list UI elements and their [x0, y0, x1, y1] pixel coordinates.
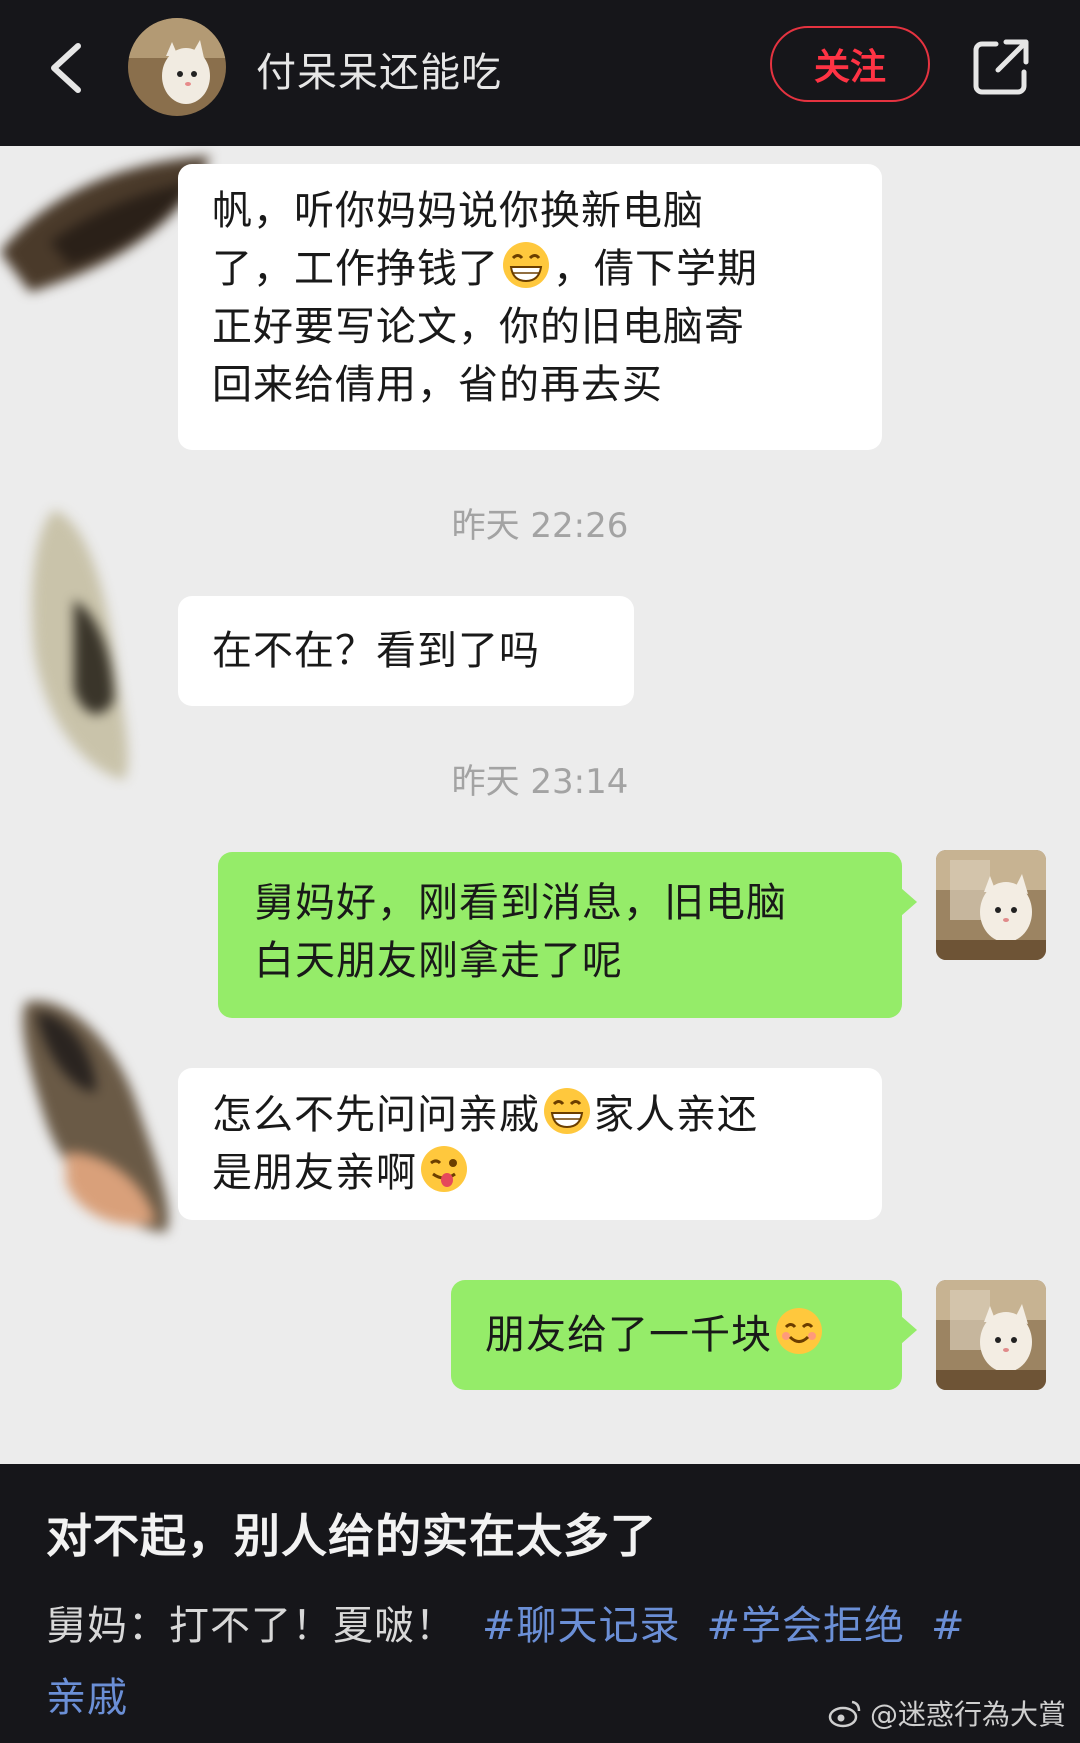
grin-emoji-icon	[503, 242, 549, 288]
follow-button[interactable]: 关注	[770, 26, 930, 102]
message-line: 怎么不先问问亲戚 家人亲还	[212, 1086, 850, 1144]
message-bubble-incoming[interactable]: 怎么不先问问亲戚 家人亲还 是朋友亲啊	[178, 1068, 882, 1220]
hashtag-link[interactable]: #	[931, 1603, 966, 1649]
message-text: 在不在？看到了吗	[212, 628, 540, 674]
message-line: 是朋友亲啊	[212, 1144, 850, 1202]
watermark-text: @迷惑行為大賞	[869, 1698, 1066, 1731]
post-footer: 对不起，别人给的实在太多了 舅妈：打不了！夏啵！ #聊天记录 #学会拒绝 # 亲戚 @迷…	[0, 1464, 1080, 1743]
message-line: 白天朋友刚拿走了呢	[254, 938, 623, 984]
timestamp: 昨天 23:14	[451, 762, 629, 802]
message-line: 朋友给了一千块	[485, 1306, 872, 1364]
chat-area[interactable]: 帆，听你妈妈说你换新电脑 了，工作挣钱了 ，倩下学期 正好要写论文，你的旧电脑寄 …	[0, 146, 1080, 1464]
watermark: @迷惑行為大賞	[828, 1693, 1066, 1733]
share-icon[interactable]	[970, 36, 1032, 98]
my-avatar[interactable]	[936, 1280, 1046, 1390]
sender-avatar-blurred	[31, 510, 129, 780]
back-icon[interactable]	[38, 38, 98, 98]
message-line: 帆，听你妈妈说你换新电脑	[212, 188, 704, 234]
message-bubble-incoming[interactable]: 帆，听你妈妈说你换新电脑 了，工作挣钱了 ，倩下学期 正好要写论文，你的旧电脑寄 …	[178, 164, 882, 450]
wink-tongue-emoji-icon	[421, 1146, 467, 1192]
hashtag-link[interactable]: #学会拒绝	[707, 1603, 906, 1649]
chat-title: 付呆呆还能吃	[256, 50, 502, 96]
message-bubble-incoming[interactable]: 在不在？看到了吗	[178, 596, 634, 706]
message-line: 回来给倩用，省的再去买	[212, 362, 663, 408]
weibo-logo-icon	[828, 1700, 861, 1728]
blush-smile-emoji-icon	[776, 1308, 822, 1354]
sender-avatar-blurred	[22, 1000, 169, 1232]
hashtag-link[interactable]: #聊天记录	[482, 1603, 681, 1649]
timestamp: 昨天 22:26	[451, 506, 629, 546]
post-caption: 对不起，别人给的实在太多了	[46, 1509, 657, 1563]
user-avatar[interactable]	[128, 18, 226, 116]
description-text: 舅妈：打不了！夏啵！	[46, 1603, 456, 1649]
message-bubble-outgoing[interactable]: 朋友给了一千块	[451, 1280, 917, 1390]
message-line: 了，工作挣钱了 ，倩下学期	[212, 240, 850, 298]
message-bubble-outgoing[interactable]: 舅妈好，刚看到消息，旧电脑 白天朋友刚拿走了呢	[218, 852, 917, 1018]
grin-emoji-icon	[544, 1088, 590, 1134]
message-line: 舅妈好，刚看到消息，旧电脑	[254, 880, 787, 926]
chat-header: 付呆呆还能吃 关注	[0, 0, 1080, 146]
hashtag-link[interactable]: 亲戚	[46, 1675, 128, 1721]
my-avatar[interactable]	[936, 850, 1046, 960]
message-line: 正好要写论文，你的旧电脑寄	[212, 304, 745, 350]
